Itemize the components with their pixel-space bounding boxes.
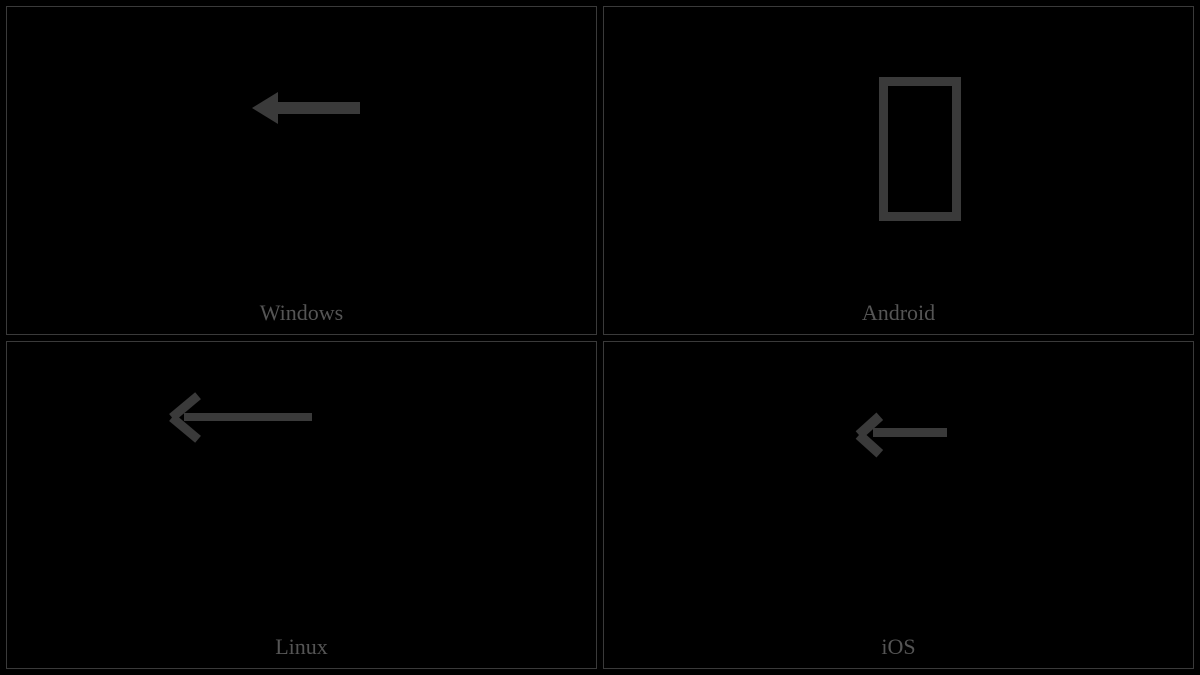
label-android: Android xyxy=(862,300,935,326)
label-ios: iOS xyxy=(881,634,915,660)
missing-glyph-icon xyxy=(879,77,961,221)
label-linux: Linux xyxy=(275,634,328,660)
cell-android: Android xyxy=(603,6,1194,335)
left-arrow-icon xyxy=(172,387,312,447)
cell-linux: Linux xyxy=(6,341,597,670)
left-arrow-icon xyxy=(252,87,362,127)
cell-windows: Windows xyxy=(6,6,597,335)
left-arrow-icon xyxy=(859,412,949,452)
label-windows: Windows xyxy=(260,300,343,326)
cell-ios: iOS xyxy=(603,341,1194,670)
